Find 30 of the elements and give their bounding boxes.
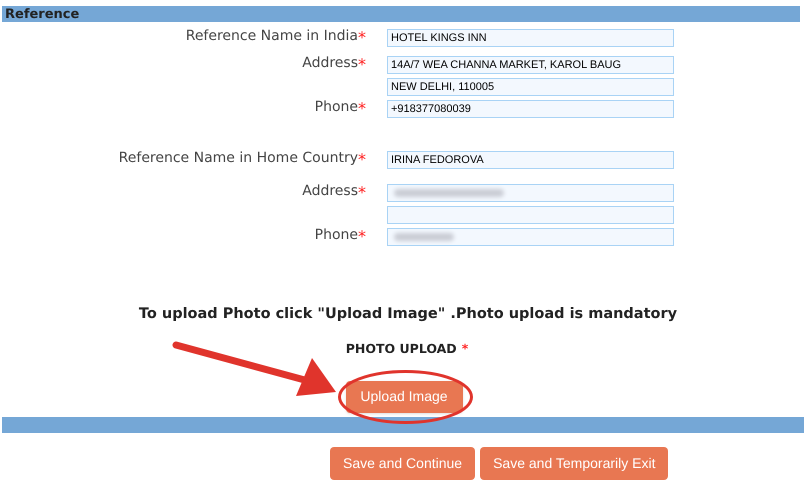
input-field[interactable] xyxy=(387,184,674,202)
field-value: HOTEL KINGS INN xyxy=(391,30,487,46)
field-value: IRINA FEDOROVA xyxy=(391,152,484,168)
blurred-value xyxy=(394,233,454,241)
section-title: Reference xyxy=(5,8,80,20)
required-asterisk: * xyxy=(358,27,366,49)
required-asterisk: * xyxy=(358,54,366,76)
input-field[interactable] xyxy=(387,206,674,224)
field-label: Reference Name in India xyxy=(186,27,358,46)
field-label: Phone xyxy=(314,98,358,117)
field-label: Phone xyxy=(314,226,358,245)
input-field[interactable]: HOTEL KINGS INN xyxy=(387,29,674,47)
input-field[interactable]: IRINA FEDOROVA xyxy=(387,151,674,169)
required-asterisk: * xyxy=(462,340,468,358)
field-value: 14A/7 WEA CHANNA MARKET, KAROL BAUG xyxy=(391,58,622,73)
required-asterisk: * xyxy=(358,98,366,120)
input-field[interactable] xyxy=(387,228,674,246)
field-value: NEW DELHI, 110005 xyxy=(391,80,494,95)
input-field[interactable]: NEW DELHI, 110005 xyxy=(387,78,674,96)
input-field[interactable]: 14A/7 WEA CHANNA MARKET, KAROL BAUG xyxy=(387,56,674,74)
required-asterisk: * xyxy=(358,182,366,204)
field-value: +918377080039 xyxy=(391,102,471,117)
photo-upload-label: PHOTO UPLOAD xyxy=(346,340,457,358)
upload-instruction: To upload Photo click "Upload Image" .Photo upload is mandatory xyxy=(138,305,678,324)
required-asterisk: * xyxy=(358,149,366,171)
field-label: Reference Name in Home Country xyxy=(118,149,358,168)
input-field[interactable]: +918377080039 xyxy=(387,100,674,118)
field-label: Address xyxy=(302,182,358,201)
required-asterisk: * xyxy=(358,226,366,248)
field-label: Address xyxy=(302,54,358,73)
